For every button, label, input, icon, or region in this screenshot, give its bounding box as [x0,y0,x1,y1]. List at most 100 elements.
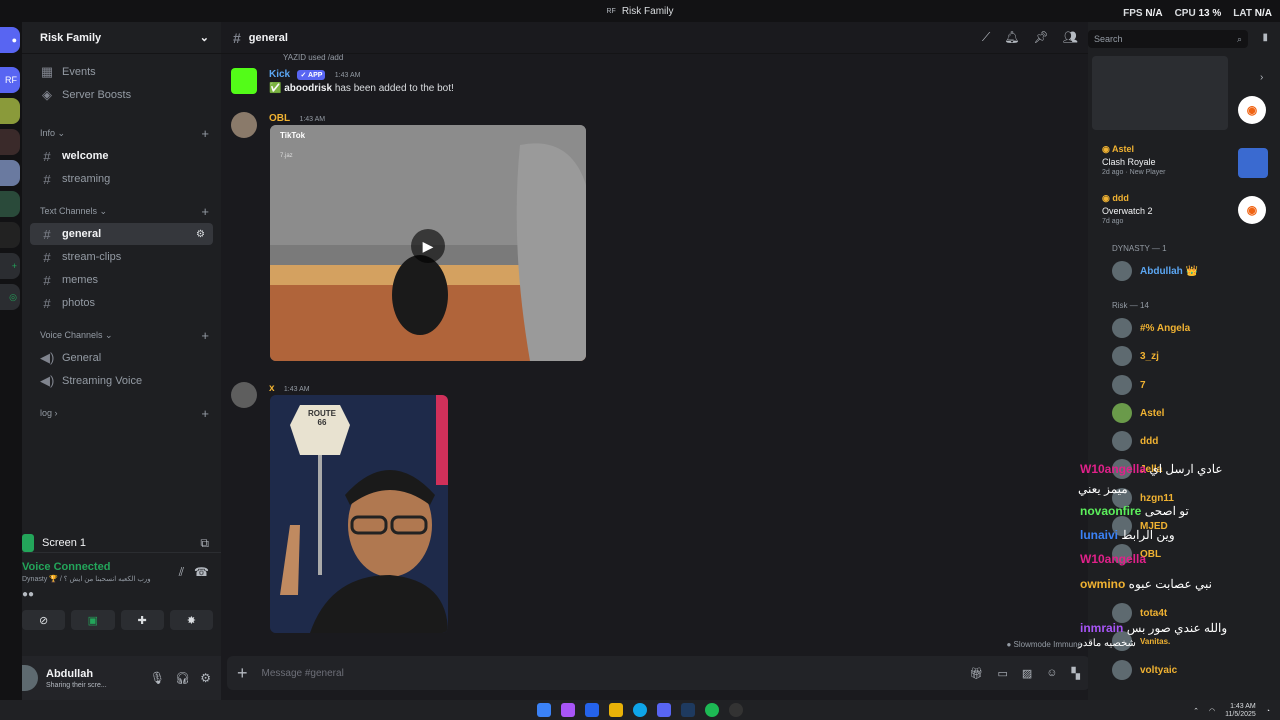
server-icon[interactable] [0,129,20,155]
add-server-icon[interactable]: + [0,253,20,279]
channel-memes[interactable]: # memes [30,269,213,291]
overlay-chat-line: ميمز يعني [1078,482,1128,496]
channel-streaming[interactable]: # streaming [30,168,213,190]
gift-icon[interactable]: 🎁︎ [970,667,984,680]
voice-channel-general[interactable]: ◀) General [30,347,213,369]
discover-icon[interactable]: ◎ [0,284,20,310]
voice-channel-streaming-voice[interactable]: ◀) Streaming Voice [30,370,213,392]
obs-icon[interactable] [729,703,743,717]
avatar[interactable] [231,68,257,94]
message-author[interactable]: x [269,383,275,394]
server-icon[interactable] [0,160,20,186]
avatar[interactable] [231,112,257,138]
activities-button[interactable]: ✚ [120,610,164,630]
noise-suppression-icon[interactable]: ⫽ [179,565,184,580]
channel-welcome[interactable]: # welcome [30,145,213,167]
microphone-icon[interactable]: 🎙︎ [150,671,165,685]
member-list: Search ⌕ ▮ › ◉ ◉ Astel Clash Royale 2d a… [1088,22,1280,700]
server-boosts-item[interactable]: ◈ Server Boosts [30,84,213,106]
play-icon[interactable]: ▶ [411,229,445,263]
member-group-header: Risk — 14 [1112,301,1149,310]
windows-start-icon[interactable] [537,703,551,717]
camera-off-button[interactable]: ⊘ [22,610,66,630]
member-item[interactable]: voltyaic [1112,660,1177,680]
member-item[interactable]: #% Angela [1112,318,1190,338]
message-timestamp: 1:43 AM [283,386,310,393]
category-voice-channels[interactable]: Voice Channels ⌄ + [22,324,221,346]
wifi-icon[interactable]: ◠ [1209,707,1215,715]
copilot-icon[interactable] [561,703,575,717]
events-item[interactable]: ▦ Events [30,61,213,83]
add-channel-icon[interactable]: + [201,406,209,421]
popout-icon[interactable]: ⧉ [200,536,209,551]
sticker-icon[interactable]: ▨ [1022,667,1032,680]
overlay-chat-line: W10angella عادي ارسل اي [1080,462,1223,476]
threads-icon[interactable]: ⟋ [982,30,990,45]
notification-icon[interactable]: ◔ [1266,708,1270,715]
steam-icon[interactable] [681,703,695,717]
message-composer[interactable]: + Message #general 🎁︎ ▭ ▨ ☺ ▚ [227,656,1090,690]
add-channel-icon[interactable]: + [201,328,209,343]
member-item[interactable]: Astel [1112,403,1164,423]
emoji-icon[interactable]: ☺ [1046,667,1057,680]
discord-icon[interactable] [657,703,671,717]
server-icon[interactable] [0,222,20,248]
fps-label: FPS [1123,8,1143,19]
video-attachment[interactable]: TikTok 7.jaz ▶ [270,125,586,361]
voice-connected-title[interactable]: Voice Connected [22,561,151,573]
add-attachment-icon[interactable]: + [237,663,248,684]
stream-preview[interactable] [1092,56,1228,130]
inbox-icon[interactable]: ▮ [1262,32,1268,43]
channel-photos[interactable]: # photos [30,292,213,314]
mention[interactable]: aboodrisk [284,83,332,94]
check-icon: ✅ [269,83,282,94]
pin-icon[interactable]: 📌︎ [1034,30,1049,45]
soundboard-button[interactable]: ✸ [169,610,213,630]
image-attachment[interactable]: ROUTE 66 [270,395,448,633]
server-icon[interactable] [0,191,20,217]
disconnect-icon[interactable]: ☎ [194,565,209,580]
bell-icon[interactable]: 🔔︎ [1004,30,1019,45]
username: Abdullah [46,667,94,680]
member-item[interactable]: 3_zj [1112,346,1159,366]
server-header[interactable]: Risk Family ⌄ [22,22,221,54]
channel-settings-icon[interactable]: ⚙ [196,229,205,240]
share-screen-button[interactable]: ▣ [71,610,115,630]
channel-sidebar: Risk Family ⌄ ▦ Events ◈ Server Boosts I… [22,22,221,700]
member-item[interactable]: Abdullah 👑 [1112,261,1198,281]
message-input[interactable]: Message #general [262,668,956,679]
channel-general[interactable]: # general ⚙ [30,223,213,245]
clock[interactable]: 1:43 AM 11/5/2025 [1225,703,1256,719]
headphones-icon[interactable]: 🎧︎ [175,671,190,685]
discord-home-icon[interactable]: ● [0,27,20,53]
add-channel-icon[interactable]: + [201,204,209,219]
channel-stream-clips[interactable]: # stream-clips [30,246,213,268]
store-icon[interactable] [585,703,599,717]
member-list-icon[interactable]: 👥︎ [1063,30,1078,45]
search-input[interactable]: Search ⌕ [1088,30,1248,48]
category-text-channels[interactable]: Text Channels ⌄ + [22,200,221,222]
message-author[interactable]: Kick [269,69,290,80]
member-item[interactable]: ddd [1112,431,1158,451]
chevron-right-icon[interactable]: › [1260,72,1263,83]
apps-icon[interactable]: ▚ [1072,667,1080,680]
category-log[interactable]: log › + [22,402,221,424]
chevron-up-icon[interactable]: ⌃ [1193,707,1199,715]
message-author[interactable]: OBL [269,113,290,124]
avatar[interactable] [231,382,257,408]
tiktok-brand: TikTok [280,131,306,140]
member-item[interactable]: tota4t [1112,603,1167,623]
add-channel-icon[interactable]: + [201,126,209,141]
spotify-icon[interactable] [705,703,719,717]
file-explorer-icon[interactable] [609,703,623,717]
reply-preview[interactable]: YAZID used /add [283,53,343,62]
member-item[interactable]: 7 [1112,375,1146,395]
performance-hud: FPS N/A CPU 13 % LAT N/A [1123,8,1272,19]
server-risk-family[interactable]: RF [0,67,20,93]
gear-icon[interactable]: ⚙ [200,671,211,685]
edge-icon[interactable] [633,703,647,717]
overwatch-logo: ◉ [1238,96,1266,124]
server-icon[interactable] [0,98,20,124]
category-info[interactable]: Info ⌄ + [22,122,221,144]
gif-icon[interactable]: ▭ [997,667,1007,680]
